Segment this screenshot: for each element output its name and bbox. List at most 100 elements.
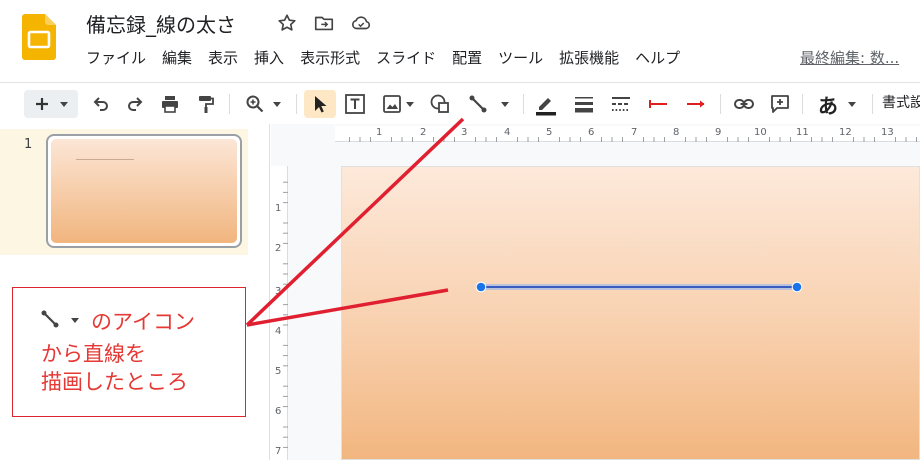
menu-edit[interactable]: 編集 [162,47,192,71]
print-icon [162,96,178,113]
ruler-label: 1 [275,203,282,214]
ruler-label: 7 [275,446,282,457]
dropdown-caret-icon [71,318,79,323]
line-weight-icon [575,97,593,113]
annotation-text-line2: から直線を [41,342,146,366]
menu-arrange[interactable]: 配置 [452,47,482,71]
toolbar-divider [523,94,524,114]
menu-extensions[interactable]: 拡張機能 [559,47,619,71]
menu-view[interactable]: 表示 [208,47,238,71]
image-dropdown-icon [406,101,414,107]
undo-button[interactable] [88,90,114,118]
new-slide-icon [36,98,48,110]
toolbar-divider [872,94,873,114]
menu-format[interactable]: 表示形式 [300,47,360,71]
annotation-text-line3: 描画したところ [41,370,188,394]
line-dropdown-icon [501,101,509,107]
comment-icon [771,95,789,113]
menu-tools[interactable]: ツール [498,47,543,71]
ruler-label: 5 [275,366,282,377]
slide-thumbnail[interactable] [46,134,242,248]
toolbar-divider [802,94,803,114]
ruler-label: 2 [420,127,427,138]
menu-file[interactable]: ファイル [86,47,146,71]
ruler-label: 12 [839,127,852,138]
image-button[interactable] [377,90,419,118]
menu-slide[interactable]: スライド [376,47,436,71]
line-color-icon [536,98,556,116]
format-options-button[interactable]: 書式設 [882,92,920,112]
menu-help[interactable]: ヘルプ [635,47,680,71]
ruler-label: 10 [754,127,767,138]
line-end-icon [687,100,705,108]
zoom-icon [246,95,264,113]
image-icon [383,95,401,113]
link-icon [734,99,754,109]
line-dash-button[interactable] [607,90,635,118]
menu-bar: ファイル 編集 表示 挿入 表示形式 スライド 配置 ツール 拡張機能 ヘルプ [86,47,696,71]
annotation-text-line1: のアイコン [91,310,195,334]
ruler-label: 8 [673,127,680,138]
ruler-label: 4 [504,127,511,138]
line-dash-icon [612,97,630,111]
line-end-button[interactable] [682,90,710,118]
line-button[interactable] [461,90,515,118]
ruler-label: 9 [715,127,722,138]
slide-thumbnail-preview [51,139,237,243]
move-to-folder-icon[interactable] [313,12,335,34]
toolbar-divider [720,94,721,114]
text-box-button[interactable] [341,90,369,118]
document-title[interactable]: 備忘録_線の太さ [86,9,236,38]
zoom-dropdown-icon [273,101,281,107]
google-slides-logo[interactable] [22,14,56,60]
redo-button[interactable] [122,90,148,118]
toolbar-divider [296,94,297,114]
input-tools-button[interactable]: あ [810,90,864,118]
ruler-label: 2 [275,243,282,254]
zoom-button[interactable] [238,90,288,118]
shape-button[interactable] [425,90,455,118]
input-tools-icon: あ [818,93,838,118]
undo-icon [93,97,108,111]
toolbar-divider [229,94,230,114]
select-icon [315,96,327,113]
new-slide-dropdown-icon [60,101,68,107]
input-tools-dropdown-icon [848,101,856,107]
ruler-label: 1 [376,127,383,138]
slide-canvas[interactable] [341,166,920,460]
horizontal-ruler[interactable]: 1 2 3 4 5 6 7 8 9 10 11 12 13 [335,126,920,142]
redo-icon [128,97,143,111]
line-icon [41,310,59,328]
vertical-ruler[interactable]: 1 2 3 4 5 6 7 [271,166,288,460]
paint-format-icon [199,96,214,113]
ruler-label: 6 [275,406,282,417]
line-start-button[interactable] [644,90,672,118]
star-icon[interactable] [276,12,298,34]
ruler-label: 3 [461,127,468,138]
ruler-label: 5 [546,127,553,138]
ruler-label: 6 [588,127,595,138]
ruler-label: 13 [881,127,894,138]
ruler-label: 7 [631,127,638,138]
thumbnail-line-shape [76,159,134,160]
select-tool-button[interactable] [304,90,336,118]
line-weight-button[interactable] [570,90,598,118]
slide-number: 1 [24,137,33,152]
shape-icon [430,94,449,113]
last-edit-link[interactable]: 最終編集: 数... [800,47,899,68]
line-start-icon [649,100,667,108]
ruler-label: 3 [275,286,282,297]
print-button[interactable] [157,90,183,118]
menu-insert[interactable]: 挿入 [254,47,284,71]
add-comment-button[interactable] [766,90,794,118]
toolbar: あ [0,82,920,124]
paint-format-button[interactable] [193,90,219,118]
cloud-status-icon[interactable] [350,12,372,34]
new-slide-button[interactable] [24,90,78,118]
line-icon [469,95,487,113]
text-box-icon [345,94,365,114]
insert-link-button[interactable] [730,90,758,118]
annotation-box: のアイコン から直線を 描画したところ [12,287,246,417]
line-color-button[interactable] [532,90,560,118]
ruler-label: 4 [275,326,282,337]
